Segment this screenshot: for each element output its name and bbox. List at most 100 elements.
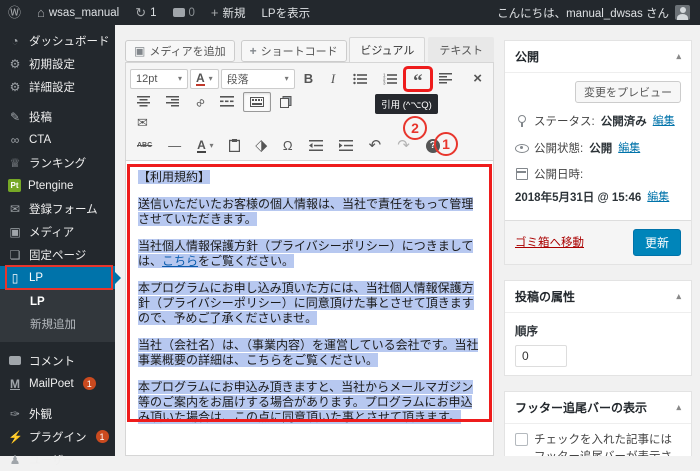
new-label: 新規 (223, 5, 246, 21)
sidebar-item-appearance[interactable]: ✑外観 (0, 402, 115, 425)
more-tag-button[interactable] (213, 92, 241, 112)
site-name: wsas_manual (49, 7, 119, 19)
sidebar-item-media[interactable]: ▣メディア (0, 220, 115, 243)
media-icon: ▣ (134, 44, 145, 58)
underline-a-icon: A (197, 139, 206, 153)
add-media-button[interactable]: ▣ メディアを追加 (125, 40, 235, 62)
plus-icon: + (250, 44, 257, 58)
order-input[interactable] (515, 345, 567, 367)
avatar[interactable] (675, 5, 690, 20)
sidebar-item-pages[interactable]: ❏固定ページ (0, 243, 115, 266)
bullet-list-button[interactable] (346, 69, 374, 89)
view-lp-menu[interactable]: LPを表示 (254, 0, 319, 25)
collapse-icon[interactable]: ▴ (676, 291, 681, 302)
publish-date-value: 2018年5月31日 @ 15:46 (515, 190, 641, 207)
publish-panel-header[interactable]: 公開 ▴ (505, 41, 691, 73)
italic-button[interactable]: I (322, 69, 344, 89)
indent-button[interactable] (332, 136, 360, 156)
post-attributes-panel: 投稿の属性 ▴ 順序 (504, 280, 692, 376)
text-color-select[interactable]: A▾ (190, 69, 219, 89)
add-shortcode-button[interactable]: + ショートコード (241, 40, 347, 62)
clear-formatting-button[interactable]: ◪ (246, 130, 277, 161)
sidebar-item-advanced-settings[interactable]: ⚙詳細設定 (0, 75, 115, 98)
special-character-button[interactable]: Ω (276, 136, 300, 156)
calendar-icon (515, 167, 528, 180)
ptengine-icon: Pt (8, 179, 21, 192)
footer-bar-panel-header[interactable]: フッター追尾バーの表示 ▴ (505, 392, 691, 424)
horizontal-rule-button[interactable]: — (161, 136, 188, 156)
fullscreen-icon[interactable]: × (466, 69, 489, 89)
edit-date-link[interactable]: 編集 (647, 190, 669, 206)
tab-text[interactable]: テキスト (428, 37, 494, 63)
sidebar-item-posts[interactable]: ✎投稿 (0, 105, 115, 128)
sidebar-item-comments[interactable]: コメント (0, 349, 115, 372)
tab-visual[interactable]: ビジュアル (349, 37, 425, 63)
sidebar-item-lp[interactable]: ▯ LP (0, 266, 115, 289)
editor-content[interactable]: 【利用規約】 送信いただいたお客様の個人情報は、当社で責任をもって管理させていた… (125, 161, 494, 456)
align-right-button[interactable] (159, 92, 186, 112)
pin-icon: ✎ (8, 111, 22, 123)
blockquote-button[interactable]: “ (406, 69, 430, 89)
paste-as-text-button[interactable] (222, 136, 247, 156)
sidebar-item-mailpoet[interactable]: MMailPoet1 (0, 372, 115, 395)
bold-button[interactable]: B (297, 69, 320, 89)
visibility-value: 公開 (589, 141, 612, 158)
privacy-policy-link[interactable]: こちら (162, 254, 198, 268)
sidebar-item-users[interactable]: ♟ユーザー (0, 448, 115, 471)
collapse-icon[interactable]: ▴ (676, 51, 681, 62)
sidebar-item-cta[interactable]: ∞CTA (0, 128, 115, 151)
sidebar-item-ptengine[interactable]: PtPtengine (0, 174, 115, 197)
strikethrough-button[interactable]: ABC (130, 136, 159, 156)
edit-visibility-link[interactable]: 編集 (618, 141, 640, 157)
pages-icon: ❏ (8, 249, 22, 261)
submenu-item-lp[interactable]: LP (0, 292, 115, 312)
visibility-eye-icon (515, 141, 528, 154)
view-lp-label: LPを表示 (262, 5, 311, 21)
wp-logo-menu[interactable]: Ⓦ (0, 0, 29, 25)
move-to-trash-link[interactable]: ゴミ箱へ移動 (515, 234, 584, 250)
numbered-list-button[interactable]: 123 (376, 69, 404, 89)
align-left-button[interactable] (432, 69, 459, 89)
text-color-icon: A (196, 72, 205, 86)
annotation-circle-1: 1 (434, 132, 458, 156)
sidebar-item-dashboard[interactable]: ◔ダッシュボード (0, 29, 115, 52)
sidebar-item-initial-settings[interactable]: ⚙初期設定 (0, 52, 115, 75)
dashboard-icon: ◔ (8, 35, 22, 47)
svg-text:3: 3 (383, 80, 386, 85)
comments-menu[interactable]: 0 (165, 0, 203, 25)
edit-status-link[interactable]: 編集 (653, 114, 675, 130)
toolbar-toggle-button[interactable] (243, 92, 271, 112)
howdy-text[interactable]: こんにちは、manual_dwsas さん (497, 5, 669, 21)
blockquote-tooltip: 引用 (^⌥Q) (375, 94, 438, 114)
updates-menu[interactable]: ↻ 1 (127, 0, 164, 25)
sidebar-item-plugins[interactable]: ⚡プラグイン1 (0, 425, 115, 448)
undo-button[interactable]: ↶ (362, 136, 389, 156)
page-icon: ▯ (8, 272, 22, 284)
update-button[interactable]: 更新 (633, 229, 681, 256)
collapse-icon[interactable]: ▴ (676, 402, 681, 413)
admin-sidebar: ◔ダッシュボード ⚙初期設定 ⚙詳細設定 ✎投稿 ∞CTA ♕ランキング PtP… (0, 25, 115, 456)
attributes-panel-header[interactable]: 投稿の属性 ▴ (505, 281, 691, 313)
admin-bar: Ⓦ ⌂ wsas_manual ↻ 1 0 + 新規 LPを表示 こんにちは、m… (0, 0, 700, 25)
new-content-menu[interactable]: + 新規 (203, 0, 254, 25)
copy-pages-icon[interactable] (273, 92, 299, 112)
comment-icon (8, 355, 22, 367)
mailpoet-shortcode-button[interactable]: ✉ (130, 113, 155, 133)
link-icon: ∞ (8, 134, 22, 146)
sidebar-item-registration-form[interactable]: ✉登録フォーム (0, 197, 115, 220)
align-center-button[interactable] (130, 92, 157, 112)
font-size-select[interactable]: 12pt▾ (130, 69, 188, 89)
text-color-button[interactable]: A ▾ (190, 136, 220, 156)
footer-bar-checkbox[interactable] (515, 433, 528, 446)
chevron-down-icon: ▾ (209, 142, 213, 150)
submenu-item-add-new[interactable]: 新規追加 (0, 312, 115, 336)
paragraph-format-select[interactable]: 段落▾ (221, 69, 295, 89)
sidebar-item-ranking[interactable]: ♕ランキング (0, 151, 115, 174)
preview-changes-button[interactable]: 変更をプレビュー (575, 81, 681, 103)
chevron-down-icon: ▾ (209, 74, 213, 83)
footer-bar-panel: フッター追尾バーの表示 ▴ チェックを入れた記事にはフッター追尾バーが表示されま… (504, 391, 692, 456)
outdent-button[interactable] (302, 136, 330, 156)
status-value: 公開済み (601, 114, 647, 131)
site-name-menu[interactable]: ⌂ wsas_manual (29, 0, 127, 25)
paragraph: 当社（会社名）は、（事業内容）を運営している会社です。当社事業概要の詳細は、こち… (138, 338, 478, 367)
